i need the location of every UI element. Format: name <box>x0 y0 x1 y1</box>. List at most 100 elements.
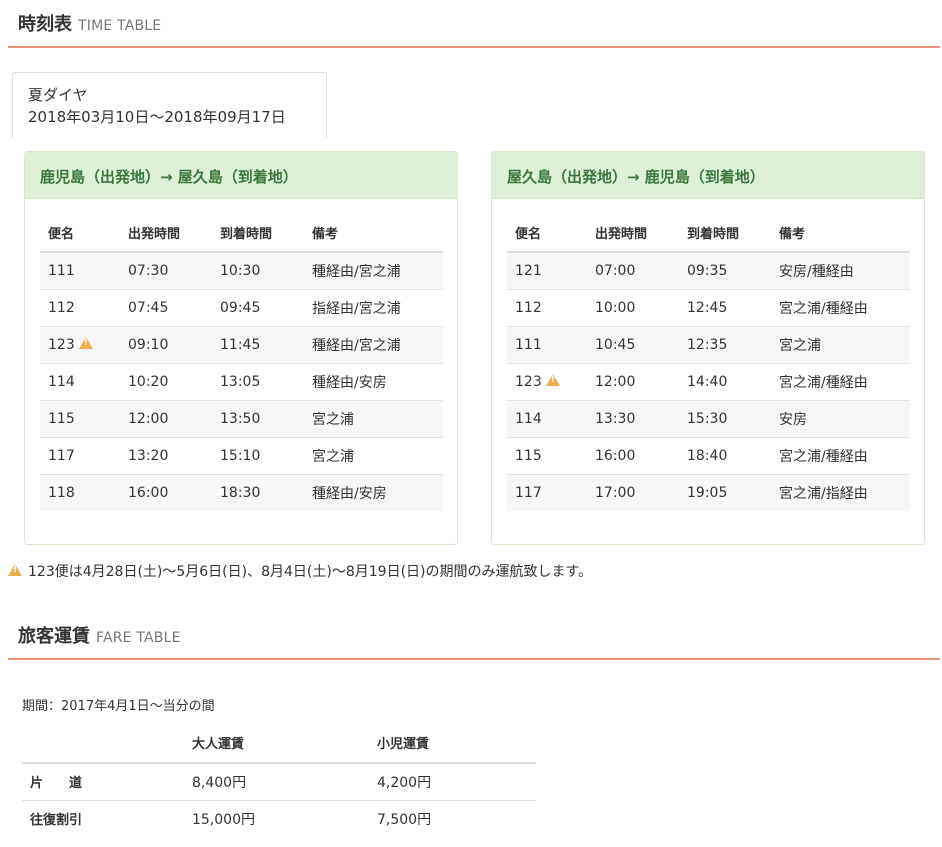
fare-header-cell <box>22 723 192 764</box>
cell-flight-text: 111 <box>515 336 542 353</box>
cell-depart: 16:00 <box>587 436 679 474</box>
timetable-title-en: TIME TABLE <box>78 18 162 34</box>
cell-flight: 117 <box>40 436 120 474</box>
fare-cell-adult: 15,000円 <box>192 799 377 837</box>
fare-header-cell: 大人運賃 <box>192 723 377 764</box>
cell-note-text: 宮之浦 <box>312 411 354 428</box>
cell-note: 宮之浦 <box>304 399 443 437</box>
service-notice-text: 123便は4月28日(土)〜5月6日(日)、8月4日(土)〜8月19日(日)の期… <box>28 564 593 580</box>
cell-depart-text: 16:00 <box>595 447 636 464</box>
cell-depart-text: 17:00 <box>595 484 636 501</box>
cell-flight: 114 <box>507 399 587 437</box>
table-row: 117 17:00 19:05 宮之浦/指経由 <box>507 473 910 511</box>
cell-depart: 10:00 <box>587 288 679 326</box>
fare-title: 旅客運賃 <box>18 626 90 647</box>
cell-arrive: 10:30 <box>212 251 304 289</box>
cell-note: 安房 <box>771 399 910 437</box>
cell-arrive-text: 10:30 <box>220 262 261 279</box>
inbound-header-cell: 備考 <box>771 214 910 253</box>
inbound-panel: 屋久島（出発地）→ 鹿児島（到着地） 便名 出発時間 到着時間 備考 121 07:00… <box>491 151 925 545</box>
cell-arrive: 18:40 <box>679 436 771 474</box>
fare-cell-label: 往復割引 <box>22 799 192 837</box>
table-row: 123 09:10 11:45 種経由/宮之浦 <box>40 325 443 363</box>
cell-arrive-text: 12:35 <box>687 336 728 353</box>
fare-cell-child: 7,500円 <box>377 799 536 837</box>
cell-depart-text: 07:30 <box>128 262 169 279</box>
cell-arrive: 09:45 <box>212 288 304 326</box>
cell-arrive-text: 09:45 <box>220 299 261 316</box>
cell-note-text: 宮之浦/種経由 <box>779 374 868 391</box>
outbound-header-cell: 出発時間 <box>120 214 212 253</box>
cell-depart-text: 12:00 <box>128 410 169 427</box>
cell-depart-text: 07:00 <box>595 262 636 279</box>
table-row: 111 07:30 10:30 種経由/宮之浦 <box>40 251 443 289</box>
cell-arrive: 13:05 <box>212 362 304 400</box>
cell-note-text: 種経由/宮之浦 <box>312 263 401 280</box>
cell-note-text: 種経由/宮之浦 <box>312 337 401 354</box>
table-row: 112 10:00 12:45 宮之浦/種経由 <box>507 288 910 326</box>
cell-flight: 117 <box>507 473 587 511</box>
timetable-title: 時刻表 <box>18 14 72 35</box>
cell-depart: 12:00 <box>587 362 679 400</box>
cell-flight-text: 115 <box>48 410 75 427</box>
cell-note: 種経由/安房 <box>304 362 443 400</box>
fare-section-header: 旅客運賃 FARE TABLE <box>8 618 940 660</box>
cell-arrive: 15:30 <box>679 399 771 437</box>
cell-arrive-text: 11:45 <box>220 336 261 353</box>
cell-note: 宮之浦/指経由 <box>771 473 910 511</box>
cell-note: 宮之浦/種経由 <box>771 288 910 326</box>
cell-note: 宮之浦 <box>771 325 910 363</box>
cell-depart-text: 10:00 <box>595 299 636 316</box>
cell-depart-text: 13:30 <box>595 410 636 427</box>
cell-arrive: 18:30 <box>212 473 304 511</box>
cell-depart-text: 09:10 <box>128 336 169 353</box>
cell-depart-text: 13:20 <box>128 447 169 464</box>
table-row: 123 12:00 14:40 宮之浦/種経由 <box>507 362 910 400</box>
season-period: 2018年03月10日〜2018年09月17日 <box>28 108 286 126</box>
cell-arrive: 13:50 <box>212 399 304 437</box>
cell-arrive-text: 12:45 <box>687 299 728 316</box>
cell-note-text: 種経由/安房 <box>312 485 387 502</box>
timetable-section-header: 時刻表 TIME TABLE <box>8 6 940 48</box>
cell-flight: 114 <box>40 362 120 400</box>
cell-depart: 07:45 <box>120 288 212 326</box>
fare-table: 大人運賃 小児運賃 片 道 8,400円 4,200円 往復割引 15,000円 7,500… <box>22 723 536 837</box>
table-row: 片 道 8,400円 4,200円 <box>22 762 536 800</box>
cell-arrive: 09:35 <box>679 251 771 289</box>
cell-note: 種経由/安房 <box>304 473 443 511</box>
cell-arrive-text: 14:40 <box>687 373 728 390</box>
cell-note-text: 安房 <box>779 411 807 428</box>
cell-depart: 16:00 <box>120 473 212 511</box>
cell-depart: 10:45 <box>587 325 679 363</box>
cell-note: 種経由/宮之浦 <box>304 251 443 289</box>
table-row: 117 13:20 15:10 宮之浦 <box>40 436 443 474</box>
cell-arrive-text: 18:30 <box>220 484 261 501</box>
season-name: 夏ダイヤ <box>28 86 88 104</box>
inbound-timetable: 便名 出発時間 到着時間 備考 121 07:00 09:35 安房/種経由 112 10:00… <box>507 214 910 511</box>
cell-flight: 123 <box>507 362 587 400</box>
fare-title-en: FARE TABLE <box>96 630 181 646</box>
outbound-panel-title: 鹿児島（出発地）→ 屋久島（到着地） <box>25 152 457 199</box>
fare-header-cell: 小児運賃 <box>377 723 536 764</box>
cell-flight: 123 <box>40 325 120 363</box>
table-row: 往復割引 15,000円 7,500円 <box>22 799 536 837</box>
cell-arrive: 14:40 <box>679 362 771 400</box>
cell-flight: 112 <box>40 288 120 326</box>
inbound-header-cell: 到着時間 <box>679 214 771 253</box>
cell-depart-text: 12:00 <box>595 373 636 390</box>
cell-flight: 121 <box>507 251 587 289</box>
outbound-header-cell: 到着時間 <box>212 214 304 253</box>
inbound-header-row: 便名 出発時間 到着時間 備考 <box>507 214 910 253</box>
cell-flight-text: 121 <box>515 262 542 279</box>
season-tab[interactable]: 夏ダイヤ 2018年03月10日〜2018年09月17日 <box>12 72 327 138</box>
cell-arrive: 12:45 <box>679 288 771 326</box>
table-row: 121 07:00 09:35 安房/種経由 <box>507 251 910 289</box>
cell-arrive: 19:05 <box>679 473 771 511</box>
fare-header-row: 大人運賃 小児運賃 <box>22 723 536 764</box>
outbound-header-row: 便名 出発時間 到着時間 備考 <box>40 214 443 253</box>
cell-flight-text: 112 <box>48 299 75 316</box>
table-row: 115 16:00 18:40 宮之浦/種経由 <box>507 436 910 474</box>
table-row: 111 10:45 12:35 宮之浦 <box>507 325 910 363</box>
cell-depart: 13:30 <box>587 399 679 437</box>
cell-depart: 10:20 <box>120 362 212 400</box>
